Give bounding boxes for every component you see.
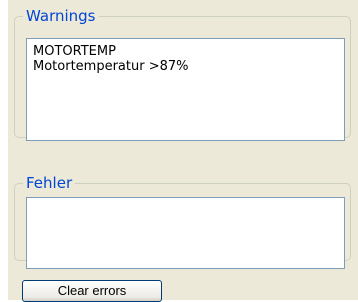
left-edge-strip — [0, 0, 8, 300]
list-item[interactable]: Motortemperatur >87% — [33, 59, 344, 74]
warnings-group-title: Warnings — [23, 6, 99, 26]
status-panel: Warnings MOTORTEMP Motortemperatur >87% … — [8, 0, 358, 302]
warnings-groupbox: Warnings MOTORTEMP Motortemperatur >87% — [14, 6, 351, 141]
warnings-list[interactable]: MOTORTEMP Motortemperatur >87% — [26, 38, 345, 141]
errors-groupbox: Fehler — [14, 173, 351, 269]
list-item[interactable]: MOTORTEMP — [33, 44, 344, 59]
errors-list[interactable] — [26, 197, 345, 269]
clear-errors-button[interactable]: Clear errors — [22, 280, 162, 302]
errors-group-title: Fehler — [23, 173, 76, 193]
